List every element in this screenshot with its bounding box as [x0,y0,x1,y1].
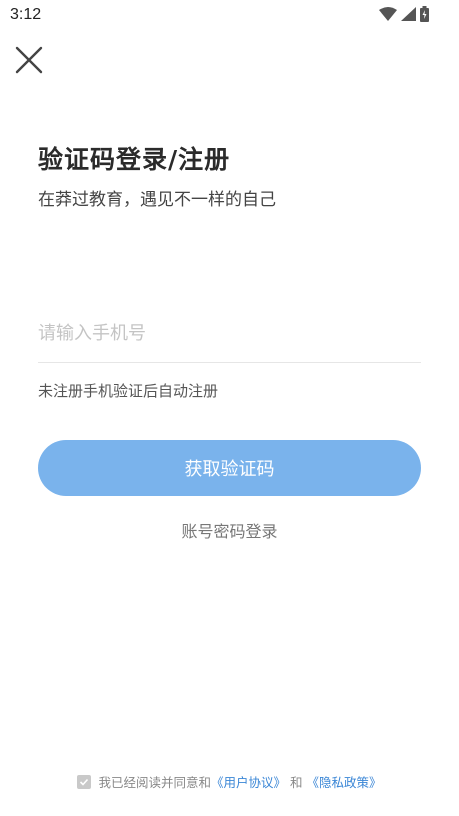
status-icons [379,6,429,22]
password-login-link[interactable]: 账号密码登录 [0,518,459,542]
agreement: 我已经阅读并同意和 《用户协议》 和 《隐私政策》 [0,772,459,791]
phone-input[interactable] [38,305,421,363]
page-subtitle: 在莽过教育，遇见不一样的自己 [38,190,276,210]
agreement-and: 和 [290,775,303,790]
close-button[interactable] [14,45,44,75]
status-time: 3:12 [10,6,42,23]
agreement-checkbox[interactable] [77,774,92,789]
status-bar: 3:12 [0,0,459,30]
privacy-policy-link[interactable]: 《隐私政策》 [307,772,382,791]
check-icon [80,778,89,786]
get-code-button[interactable]: 获取验证码 [38,440,421,496]
auto-register-hint: 未注册手机验证后自动注册 [38,382,219,400]
battery-icon [420,6,429,22]
user-agreement-link[interactable]: 《用户协议》 [211,772,286,791]
close-icon [15,46,43,74]
agreement-prefix: 我已经阅读并同意和 [98,775,211,790]
wifi-icon [379,7,397,21]
signal-icon [401,7,416,21]
page-title: 验证码登录/注册 [38,145,231,174]
